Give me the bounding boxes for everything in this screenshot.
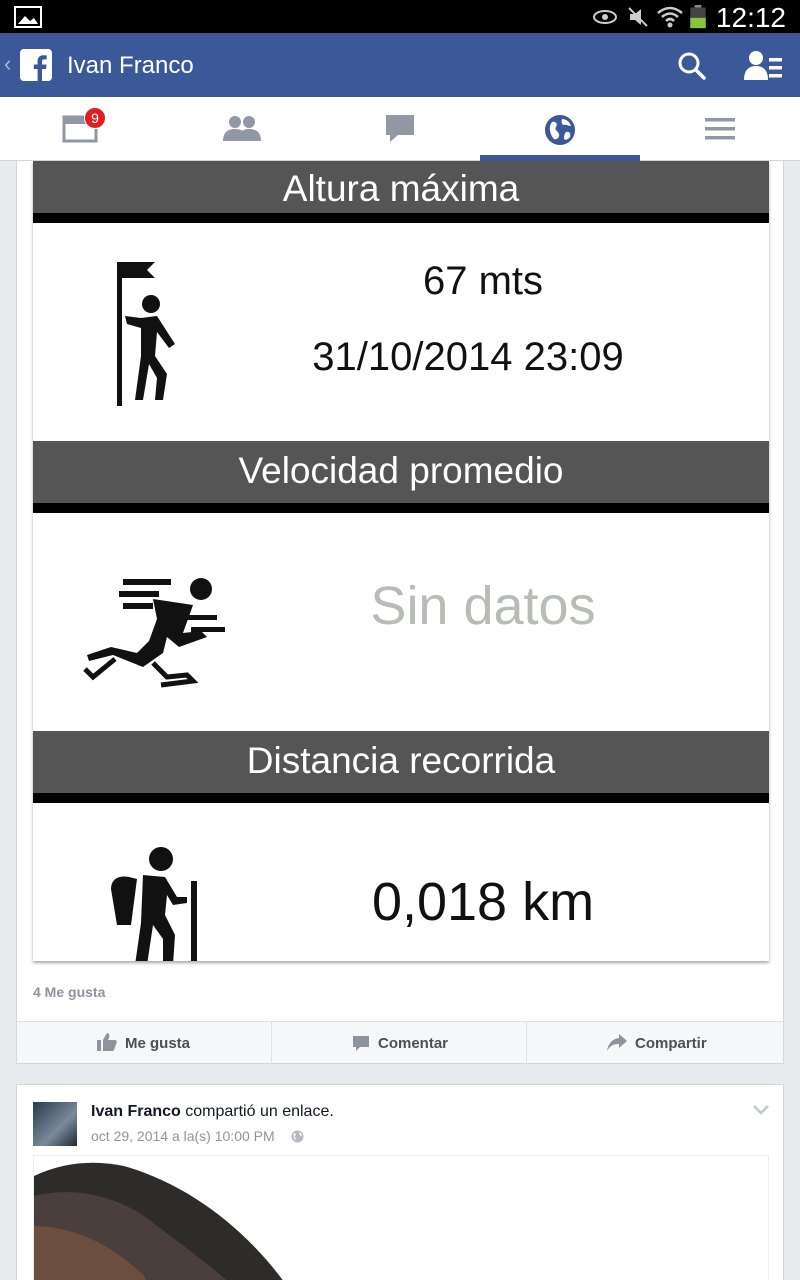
- menu-icon: [705, 118, 735, 140]
- post-author-line: Ivan Franco compartió un enlace.: [91, 1103, 334, 1121]
- status-bar: 12:12: [0, 0, 800, 33]
- tab-menu[interactable]: [640, 97, 800, 161]
- share-arrow-icon: [607, 1034, 627, 1051]
- post-card: Ivan Franco compartió un enlace. oct 29,…: [16, 1084, 784, 1280]
- post-actions: Me gusta Comentar Compartir: [17, 1021, 783, 1064]
- max-altitude-value: 67 mts: [422, 259, 544, 303]
- notification-badge: 9: [84, 107, 106, 129]
- like-button[interactable]: Me gusta: [17, 1022, 272, 1064]
- facebook-logo-icon[interactable]: [20, 49, 52, 81]
- post-card: Altura máxima 67 mts 31/10/2014 23:09 Ve…: [16, 161, 784, 1064]
- section-title: Distancia recorrida: [246, 740, 556, 781]
- tab-messages[interactable]: [320, 97, 480, 161]
- link-preview-image[interactable]: [33, 1155, 769, 1280]
- author-name[interactable]: Ivan Franco: [91, 1103, 181, 1120]
- post-meta: oct 29, 2014 a la(s) 10:00 PM: [91, 1128, 304, 1144]
- summit-climber-icon: [117, 262, 175, 406]
- tab-news-feed[interactable]: 9: [0, 97, 160, 161]
- search-icon[interactable]: [676, 50, 708, 82]
- share-button[interactable]: Compartir: [527, 1022, 783, 1064]
- section-header: Altura máxima: [33, 161, 769, 223]
- chevron-down-icon[interactable]: [753, 1105, 769, 1115]
- avatar[interactable]: [33, 1102, 77, 1146]
- section-header: Distancia recorrida: [33, 731, 769, 803]
- tab-friends[interactable]: [160, 97, 320, 161]
- skater-speed-icon: [83, 578, 225, 688]
- app-header: ‹ Ivan Franco: [0, 33, 800, 97]
- comment-icon: [353, 1036, 369, 1051]
- distance-value: 0,018 km: [371, 872, 595, 932]
- post-timestamp[interactable]: oct 29, 2014 a la(s) 10:00 PM: [91, 1128, 275, 1144]
- comment-label: Comentar: [378, 1035, 449, 1052]
- smart-stay-eye-icon: [593, 10, 617, 24]
- shoe-photo: [34, 1156, 768, 1280]
- share-label: Compartir: [635, 1035, 707, 1052]
- likes-count[interactable]: 4 Me gusta: [33, 984, 105, 1000]
- post-action-text: compartió un enlace.: [180, 1103, 334, 1120]
- globe-icon: [545, 115, 575, 145]
- public-globe-icon: [291, 1130, 304, 1143]
- page-title: Ivan Franco: [67, 52, 194, 79]
- clock: 12:12: [715, 2, 786, 33]
- shared-image[interactable]: Altura máxima 67 mts 31/10/2014 23:09 Ve…: [33, 161, 769, 961]
- messages-icon: [386, 115, 414, 142]
- comment-button[interactable]: Comentar: [272, 1022, 527, 1064]
- friend-requests-icon[interactable]: [744, 50, 782, 82]
- wifi-icon: [657, 6, 683, 28]
- section-title: Velocidad promedio: [238, 450, 564, 491]
- like-label: Me gusta: [125, 1035, 191, 1052]
- battery-icon: [690, 5, 706, 29]
- friends-icon: [223, 116, 261, 141]
- tab-bar: 9: [0, 97, 800, 161]
- section-header: Velocidad promedio: [33, 441, 769, 513]
- back-chevron-icon[interactable]: ‹: [4, 51, 11, 77]
- mute-icon: [628, 7, 648, 27]
- thumbs-up-icon: [97, 1033, 117, 1051]
- gallery-notification-icon: [14, 6, 42, 28]
- section-title: Altura máxima: [282, 168, 520, 209]
- tab-notifications[interactable]: [480, 97, 640, 161]
- hiker-icon: [111, 847, 197, 961]
- max-altitude-date: 31/10/2014 23:09: [312, 335, 624, 379]
- avg-speed-value: Sin datos: [370, 576, 596, 636]
